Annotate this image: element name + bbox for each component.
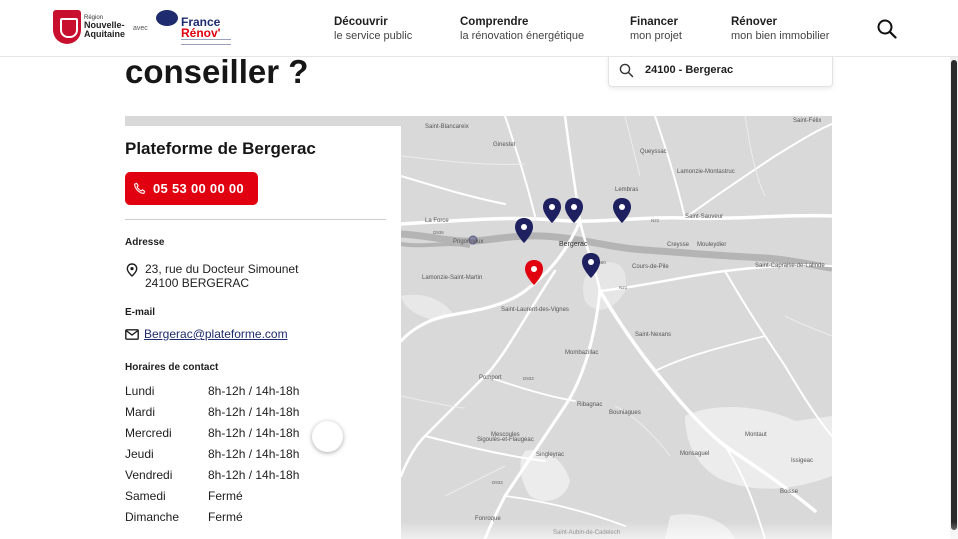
hours-time: Fermé xyxy=(208,510,243,524)
map-label: Saint-Blancareix xyxy=(425,124,469,130)
nav-title: Comprendre xyxy=(460,16,529,28)
map-label: Lamonzie-Montastruc xyxy=(677,169,735,175)
map-label: Ginestet xyxy=(493,142,516,148)
map-marker-selected[interactable] xyxy=(525,260,543,285)
header-search-button[interactable] xyxy=(876,18,898,40)
page-title: conseiller ? xyxy=(125,53,309,90)
map-label: Lembras xyxy=(615,187,638,193)
map-label: Issigeac xyxy=(791,458,813,464)
road-label: N21 xyxy=(619,285,628,290)
nav-subtitle: mon projet xyxy=(630,29,682,42)
map-label: Bouniagues xyxy=(609,410,641,416)
france-renov-tagline xyxy=(181,39,231,45)
map-label: Mescoules xyxy=(491,432,520,438)
map-label: Saint-Nexans xyxy=(635,332,671,338)
map-label: Bergerac xyxy=(559,241,588,248)
nav-title: Rénover xyxy=(731,16,778,28)
hours-day: Lundi xyxy=(125,384,155,398)
region-logo[interactable]: Région Nouvelle- Aquitaine xyxy=(53,10,125,44)
map-label: Saint-Laurent-des-Vignes xyxy=(501,307,569,313)
map-label: Singleyrac xyxy=(536,452,564,458)
scrollbar-thumb[interactable] xyxy=(951,60,957,530)
map-label: Saint-Aubin-de-Cadelech xyxy=(553,530,620,536)
nav-decouvrir[interactable]: Découvrir le service public xyxy=(334,16,412,43)
map-label: Fonroque xyxy=(475,516,501,522)
email-link[interactable]: Bergerac@plateforme.com xyxy=(144,327,288,341)
search-value: 24100 - Bergerac xyxy=(645,64,734,76)
search-icon xyxy=(619,63,634,78)
map-label: Pomport xyxy=(479,375,502,381)
region-logo-name-2: Aquitaine xyxy=(84,29,126,39)
map-label: La Force xyxy=(425,218,449,224)
hours-time: 8h-12h / 14h-18h xyxy=(208,384,300,398)
avec-label: avec xyxy=(133,25,148,32)
phone-button[interactable]: 05 53 00 00 00 xyxy=(125,172,258,205)
advisor-card: Plateforme de Bergerac 05 53 00 00 00 Ad… xyxy=(125,126,401,539)
address-line-2: 24100 BERGERAC xyxy=(145,276,250,290)
hours-time: 8h-12h / 14h-18h xyxy=(208,468,300,482)
map-label: Ribagnac xyxy=(577,402,602,408)
hours-day: Jeudi xyxy=(125,447,154,461)
phone-icon xyxy=(134,182,146,194)
nav-title: Financer xyxy=(630,16,678,28)
map-label: Creysse xyxy=(667,242,690,248)
nav-financer[interactable]: Financer mon projet xyxy=(630,16,682,43)
hours-day: Vendredi xyxy=(125,468,173,482)
hours-label: Horaires de contact xyxy=(125,362,219,373)
hours-time: 8h-12h / 14h-18h xyxy=(208,405,300,419)
address-label: Adresse xyxy=(125,237,165,248)
road-label: D933 xyxy=(523,376,534,381)
nav-comprendre[interactable]: Comprendre la rénovation énergétique xyxy=(460,16,584,43)
hours-day: Mercredi xyxy=(125,426,172,440)
hours-time: 8h-12h / 14h-18h xyxy=(208,447,300,461)
address-search-input[interactable]: 24100 - Bergerac xyxy=(608,52,833,87)
map-label: Mombazillac xyxy=(565,350,598,356)
map-label: Saint-Félix xyxy=(793,118,821,124)
hours-day: Mardi xyxy=(125,405,156,419)
phone-number: 05 53 00 00 00 xyxy=(153,181,244,196)
map-label: Montaut xyxy=(745,432,767,438)
map-label: Monsaguel xyxy=(680,451,709,457)
email-label: E-mail xyxy=(125,307,156,318)
site-header: Région Nouvelle- Aquitaine avec France R… xyxy=(0,0,958,57)
map-label: Boisse xyxy=(780,489,799,495)
france-renov-roof-icon xyxy=(156,10,178,26)
card-title: Plateforme de Bergerac xyxy=(125,139,316,158)
nav-renover[interactable]: Rénover mon bien immobilier xyxy=(731,16,829,43)
france-renov-logo[interactable]: France Rénov' xyxy=(156,10,231,46)
hours-time: Fermé xyxy=(208,489,243,503)
map-label: Lamonzie-Saint-Martin xyxy=(422,275,482,281)
hours-time: 8h-12h / 14h-18h xyxy=(208,426,300,440)
map-label: Mouleydier xyxy=(697,242,726,248)
map-label: Saint-Capraise-de-Lalinde xyxy=(755,263,825,269)
hours-day: Samedi xyxy=(125,489,166,503)
search-icon xyxy=(877,19,897,39)
location-pin-icon xyxy=(126,263,138,277)
mail-icon xyxy=(125,329,139,340)
road-label: D933 xyxy=(492,480,503,485)
map-label: Cours-de-Pile xyxy=(632,264,669,270)
region-logo-text: Région Nouvelle- Aquitaine xyxy=(84,15,125,39)
nav-subtitle: le service public xyxy=(334,29,413,42)
road-label: D936 xyxy=(433,230,444,235)
floating-round-button[interactable] xyxy=(312,421,343,452)
map-label: Saint-Sauveur xyxy=(685,214,723,220)
region-shield-icon xyxy=(53,10,81,44)
france-renov-line2: Rénov' xyxy=(181,26,221,40)
address-line-1: 23, rue du Docteur Simounet xyxy=(145,262,299,276)
hours-day: Dimanche xyxy=(125,510,180,524)
map-label: Prigonrieux xyxy=(453,239,483,245)
nav-subtitle: la rénovation énergétique xyxy=(460,29,585,42)
map-label: Queyssac xyxy=(640,149,667,155)
nav-title: Découvrir xyxy=(334,16,388,28)
road-label: N21 xyxy=(651,218,660,223)
divider xyxy=(125,219,386,220)
nav-subtitle: mon bien immobilier xyxy=(731,29,830,42)
